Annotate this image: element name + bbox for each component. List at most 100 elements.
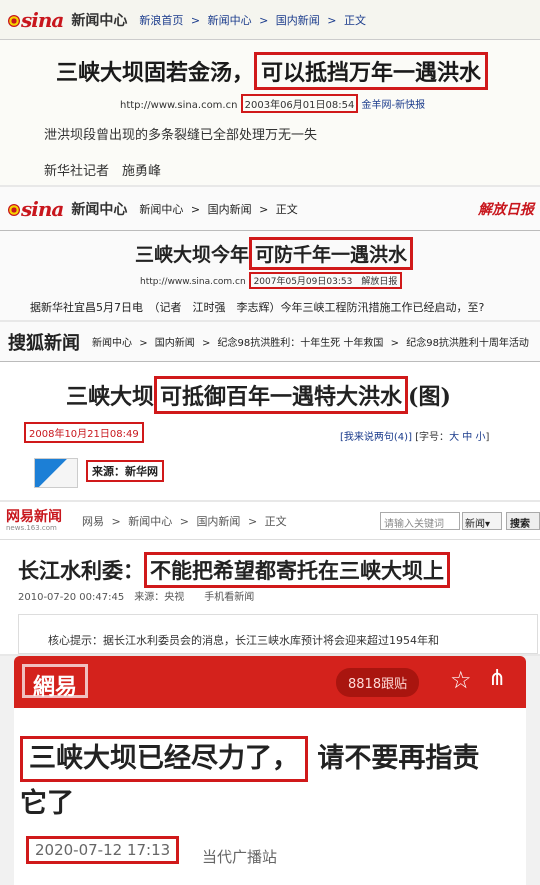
crumb-separator: > xyxy=(259,202,269,216)
article-lead: 泄洪坝段曾出现的多条裂缝已全部处理万无一失 xyxy=(44,128,318,143)
crumb-news-center[interactable]: 新闻中心 xyxy=(139,203,183,216)
crumb-separator: > xyxy=(190,13,201,27)
sina-header: sina 新闻中心 新闻中心 > 国内新闻 > 正文 xyxy=(0,187,540,231)
star-icon[interactable]: ☆ xyxy=(450,666,472,694)
article-title: 长江水利委： 不能把希望都寄托在三峡大坝上 xyxy=(18,552,450,588)
article-url: http://www.sina.com.cn xyxy=(140,277,246,287)
article-title: 三峡大坝 可抵御百年一遇特大洪水 (图) xyxy=(66,376,451,414)
netease-news-logo[interactable]: 网易新闻 news.163.com xyxy=(6,510,62,532)
title-plain: 三峡大坝固若金汤， xyxy=(56,60,255,86)
xinhua-logo-icon xyxy=(34,458,78,488)
crumb-domestic[interactable]: 国内新闻 xyxy=(276,14,320,27)
crumb-special-2[interactable]: 纪念98抗洪胜利十周年活动 xyxy=(406,338,529,349)
crumb-separator: > xyxy=(111,514,121,528)
crumb-domestic[interactable]: 国内新闻 xyxy=(208,203,252,216)
crumb-separator: > xyxy=(247,514,258,528)
share-icon[interactable]: ⋔ xyxy=(488,666,506,691)
article-title: 三峡大坝固若金汤， 可以抵挡万年一遇洪水 xyxy=(56,52,489,90)
breadcrumb: 新闻中心 > 国内新闻 > 纪念98抗洪胜利：十年生死 十年救国 > 纪念98抗… xyxy=(92,334,533,349)
crumb-domestic[interactable]: 国内新闻 xyxy=(155,338,195,349)
sina-2007-article-panel: sina 新闻中心 新闻中心 > 国内新闻 > 正文 解放日报 三峡大坝今年 可防… xyxy=(0,187,540,320)
app-header: 網易 8818跟贴 ☆ ⋔ xyxy=(14,656,526,708)
netease-logo[interactable]: 網易 xyxy=(22,664,89,700)
crumb-home[interactable]: 新浪首页 xyxy=(139,14,183,27)
search-button[interactable]: 搜索 xyxy=(506,512,540,530)
select-value: 新闻 xyxy=(465,519,485,530)
article-tools: [我来说两句(4)] [字号：大 中 小] xyxy=(340,428,489,443)
crumb-separator: > xyxy=(190,202,201,216)
crumb-netease[interactable]: 网易 xyxy=(82,515,104,528)
article-byline: 新华社记者 施勇峰 xyxy=(44,164,162,179)
font-size-label: [字号： xyxy=(415,432,450,443)
channel-title: 新闻中心 xyxy=(71,12,128,29)
font-small[interactable]: 小 xyxy=(475,432,485,443)
article-datetime: 2003年06月01日08:54 xyxy=(240,94,359,113)
netease-app-2020-panel: 網易 8818跟贴 ☆ ⋔ 三峡大坝已经尽力了， 请不要再指责它了 2020-0… xyxy=(0,656,540,885)
crumb-article: 正文 xyxy=(264,514,287,528)
sohu-2008-article-panel: 搜狐新闻 新闻中心 > 国内新闻 > 纪念98抗洪胜利：十年生死 十年救国 > … xyxy=(0,322,540,500)
crumb-news-center[interactable]: 新闻中心 xyxy=(92,338,132,349)
comment-count-button[interactable]: 8818跟贴 xyxy=(336,668,420,697)
crumb-news-center[interactable]: 新闻中心 xyxy=(128,515,172,528)
crumb-special-1[interactable]: 纪念98抗洪胜利：十年生死 十年救国 xyxy=(218,338,384,349)
article-lead: 据新华社宜昌5月7日电 （记者 江时强 李志辉）今年三峡工程防汛措施工作已经启动… xyxy=(30,301,485,314)
sina-logo[interactable]: sina xyxy=(8,7,64,32)
crumb-separator: > xyxy=(390,338,400,349)
datetime-text: 2020-07-12 17:13 xyxy=(26,836,180,864)
crumb-news-center[interactable]: 新闻中心 xyxy=(208,14,252,27)
datetime-text: 2008年10月21日08:49 xyxy=(24,422,144,443)
title-plain: 三峡大坝今年 xyxy=(135,244,250,266)
article-title: 三峡大坝已经尽力了， 请不要再指责它了 xyxy=(20,736,500,826)
sina-logo-text: sina xyxy=(21,7,64,32)
sina-eye-icon xyxy=(8,203,20,216)
font-size-end: ] xyxy=(485,432,490,443)
logo-text: 网易新闻 xyxy=(6,508,62,525)
sina-logo[interactable]: sina xyxy=(8,196,64,221)
article-meta: http://www.sina.com.cn 2003年06月01日08:54 … xyxy=(120,94,425,113)
crumb-separator: > xyxy=(327,13,337,27)
article-source[interactable]: 当代广播站 xyxy=(202,846,277,867)
article-datetime-source: 2007年05月09日03:53 解放日报 xyxy=(248,272,403,289)
title-highlight: 可以抵挡万年一遇洪水 xyxy=(254,52,489,90)
crumb-article: 正文 xyxy=(344,13,367,27)
font-large[interactable]: 大 xyxy=(449,432,459,443)
title-highlight: 可抵御百年一遇特大洪水 xyxy=(154,376,409,414)
title-highlight: 不能把希望都寄托在三峡大坝上 xyxy=(144,552,450,588)
source-text: 来源：新华网 xyxy=(86,460,164,482)
article-title: 三峡大坝今年 可防千年一遇洪水 xyxy=(135,237,414,270)
sohu-news-logo[interactable]: 搜狐新闻 xyxy=(8,329,80,355)
chevron-down-icon: ▾ xyxy=(485,519,491,530)
font-medium[interactable]: 中 xyxy=(462,432,472,443)
summary-text: 核心提示：据长江水利委员会的消息，长江三峡水库预计将会迎来超过1954年和 xyxy=(48,634,439,647)
sina-2003-article-panel: sina 新闻中心 新浪首页 > 新闻中心 > 国内新闻 > 正文 三峡大坝固若… xyxy=(0,0,540,185)
crumb-domestic[interactable]: 国内新闻 xyxy=(196,515,240,528)
crumb-article: 正文 xyxy=(275,202,298,216)
sina-header: sina 新闻中心 新浪首页 > 新闻中心 > 国内新闻 > 正文 xyxy=(0,0,540,40)
jiefang-daily-logo: 解放日报 xyxy=(478,202,534,218)
article-meta: 2010-07-20 00:47:45 来源：央视 手机看新闻 xyxy=(18,592,255,603)
channel-title: 新闻中心 xyxy=(71,201,128,218)
article-url: http://www.sina.com.cn xyxy=(120,100,238,111)
sina-eye-icon xyxy=(8,14,20,27)
article-datetime: 2020-07-12 17:13 xyxy=(26,836,180,864)
title-highlight: 可防千年一遇洪水 xyxy=(249,237,414,270)
article-source[interactable]: 金羊网-新快报 xyxy=(362,100,426,111)
sohu-header: 搜狐新闻 新闻中心 > 国内新闻 > 纪念98抗洪胜利：十年生死 十年救国 > … xyxy=(0,322,540,362)
logo-sub: news.163.com xyxy=(6,523,57,532)
sina-logo-text: sina xyxy=(21,196,64,221)
article-source: 来源：新华网 xyxy=(86,460,164,482)
article-datetime: 2008年10月21日08:49 xyxy=(24,422,144,443)
title-suffix: (图) xyxy=(408,384,451,410)
title-plain: 三峡大坝 xyxy=(66,384,155,410)
netease-2010-article-panel: 网易新闻 news.163.com 网易 > 新闻中心 > 国内新闻 > 正文 … xyxy=(0,502,540,654)
breadcrumb: 网易 > 新闻中心 > 国内新闻 > 正文 xyxy=(82,513,291,529)
title-plain: 长江水利委： xyxy=(18,558,144,583)
crumb-separator: > xyxy=(179,514,189,528)
crumb-separator: > xyxy=(201,338,211,349)
search-input[interactable]: 请输入关键词 xyxy=(380,512,460,530)
title-highlight: 三峡大坝已经尽力了， xyxy=(20,736,308,782)
comment-link[interactable]: [我来说两句(4)] xyxy=(340,432,412,443)
breadcrumb: 新闻中心 > 国内新闻 > 正文 xyxy=(139,201,301,217)
breadcrumb: 新浪首页 > 新闻中心 > 国内新闻 > 正文 xyxy=(139,12,370,28)
search-category-select[interactable]: 新闻▾ xyxy=(462,512,502,530)
